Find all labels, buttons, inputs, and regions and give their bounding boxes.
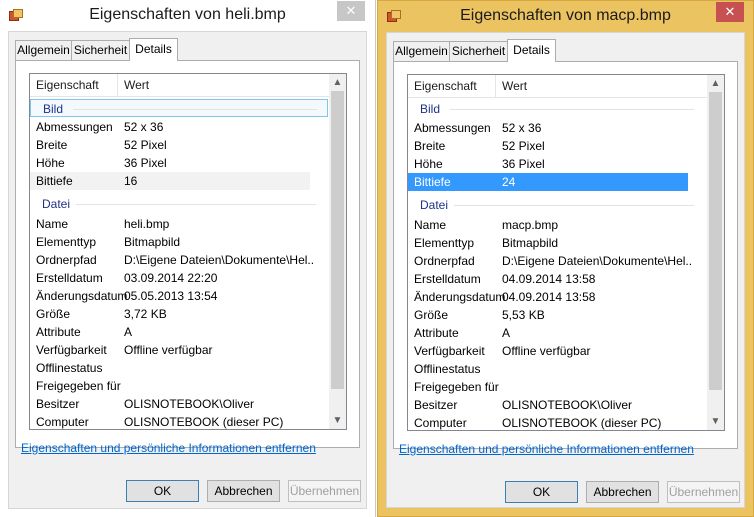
group-label: Datei bbox=[420, 198, 449, 212]
remove-properties-link[interactable]: Eigenschaften und persönliche Informatio… bbox=[21, 441, 316, 455]
group-header-bild[interactable]: Bild bbox=[30, 99, 328, 117]
table-row[interactable]: Freigegeben für bbox=[30, 377, 310, 395]
column-header-wert[interactable]: Wert bbox=[118, 74, 318, 97]
column-header-eigenschaft[interactable]: Eigenschaft bbox=[30, 74, 118, 97]
group-divider bbox=[450, 109, 694, 110]
table-row[interactable]: Attribute A bbox=[408, 324, 688, 342]
group-label: Bild bbox=[43, 102, 64, 116]
table-row[interactable]: Computer OLISNOTEBOOK (dieser PC) bbox=[408, 414, 688, 430]
table-row[interactable]: Besitzer OLISNOTEBOOK\Oliver bbox=[30, 395, 310, 413]
scrollbar-thumb[interactable] bbox=[709, 92, 722, 390]
tab-sicherheit[interactable]: Sicherheit bbox=[449, 41, 508, 61]
vertical-scrollbar[interactable]: ▲ ▼ bbox=[707, 75, 724, 430]
table-row[interactable]: Erstelldatum 03.09.2014 22:20 bbox=[30, 269, 310, 287]
table-row[interactable]: Computer OLISNOTEBOOK (dieser PC) bbox=[30, 413, 310, 429]
cancel-button[interactable]: Abbrechen bbox=[207, 480, 280, 502]
chevron-down-icon[interactable]: ▼ bbox=[329, 412, 346, 429]
table-row[interactable]: Erstelldatum 04.09.2014 13:58 bbox=[408, 270, 688, 288]
column-header-wert[interactable]: Wert bbox=[496, 75, 696, 98]
tab-details[interactable]: Details bbox=[507, 39, 556, 62]
close-icon[interactable]: ✕ bbox=[716, 2, 744, 22]
property-list[interactable]: Eigenschaft Wert Bild Abmessungen 52 x 36… bbox=[407, 74, 725, 431]
apply-button: Übernehmen bbox=[288, 480, 361, 502]
ok-button[interactable]: OK bbox=[126, 480, 199, 502]
list-header: Eigenschaft Wert bbox=[30, 74, 329, 97]
table-row[interactable]: Name heli.bmp bbox=[30, 215, 310, 233]
group-divider bbox=[454, 205, 694, 206]
table-row[interactable]: Breite 52 Pixel bbox=[30, 136, 310, 154]
group-header-bild[interactable]: Bild bbox=[408, 100, 706, 118]
title-bar[interactable]: Eigenschaften von heli.bmp ✕ bbox=[0, 0, 375, 32]
close-icon[interactable]: ✕ bbox=[337, 1, 365, 21]
group-label: Datei bbox=[42, 197, 71, 211]
table-row[interactable]: Offlinestatus bbox=[408, 360, 688, 378]
dialog-body: Allgemein Sicherheit Details Eigenschaft… bbox=[386, 32, 745, 508]
chevron-down-icon[interactable]: ▼ bbox=[707, 413, 724, 430]
table-row[interactable]: Breite 52 Pixel bbox=[408, 137, 688, 155]
table-row[interactable]: Elementtyp Bitmapbild bbox=[30, 233, 310, 251]
list-header: Eigenschaft Wert bbox=[408, 75, 707, 98]
group-divider bbox=[73, 109, 317, 110]
table-row[interactable]: Änderungsdatum 05.05.2013 13:54 bbox=[30, 287, 310, 305]
window-title: Eigenschaften von heli.bmp bbox=[89, 6, 286, 23]
window-title: Eigenschaften von macp.bmp bbox=[460, 7, 671, 24]
tab-allgemein[interactable]: Allgemein bbox=[393, 41, 450, 61]
dialog-body: Allgemein Sicherheit Details Eigenschaft… bbox=[8, 31, 367, 509]
table-row[interactable]: Abmessungen 52 x 36 bbox=[408, 119, 688, 137]
table-row[interactable]: Besitzer OLISNOTEBOOK\Oliver bbox=[408, 396, 688, 414]
property-list[interactable]: Eigenschaft Wert Bild Abmessungen 52 x 36… bbox=[29, 73, 347, 430]
table-row[interactable]: Größe 5,53 KB bbox=[408, 306, 688, 324]
table-row[interactable]: Änderungsdatum 04.09.2014 13:58 bbox=[408, 288, 688, 306]
group-label: Bild bbox=[420, 102, 441, 116]
table-row[interactable]: Höhe 36 Pixel bbox=[30, 154, 310, 172]
cancel-button[interactable]: Abbrechen bbox=[586, 481, 659, 503]
chevron-up-icon[interactable]: ▲ bbox=[707, 75, 724, 92]
details-panel: Eigenschaft Wert Bild Abmessungen 52 x 36… bbox=[393, 61, 738, 449]
remove-properties-link[interactable]: Eigenschaften und persönliche Informatio… bbox=[399, 442, 694, 456]
group-header-datei[interactable]: Datei bbox=[30, 195, 328, 213]
table-row[interactable]: Attribute A bbox=[30, 323, 310, 341]
apply-button: Übernehmen bbox=[667, 481, 740, 503]
table-row[interactable]: Größe 3,72 KB bbox=[30, 305, 310, 323]
table-row[interactable]: Name macp.bmp bbox=[408, 216, 688, 234]
table-row[interactable]: Verfügbarkeit Offline verfügbar bbox=[408, 342, 688, 360]
group-divider bbox=[76, 204, 316, 205]
table-row[interactable]: Höhe 36 Pixel bbox=[408, 155, 688, 173]
group-header-datei[interactable]: Datei bbox=[408, 196, 706, 214]
properties-dialog-macp: Eigenschaften von macp.bmp ✕ Allgemein S… bbox=[377, 0, 754, 517]
table-row-selected[interactable]: Bittiefe 24 bbox=[408, 173, 688, 191]
table-row[interactable]: Abmessungen 52 x 36 bbox=[30, 118, 310, 136]
table-row[interactable]: Ordnerpfad D:\Eigene Dateien\Dokumente\He… bbox=[408, 252, 692, 270]
tab-allgemein[interactable]: Allgemein bbox=[15, 40, 72, 60]
properties-dialog-heli: Eigenschaften von heli.bmp ✕ Allgemein S… bbox=[0, 0, 376, 517]
vertical-scrollbar[interactable]: ▲ ▼ bbox=[329, 74, 346, 429]
table-row[interactable]: Freigegeben für bbox=[408, 378, 688, 396]
table-row[interactable]: Bittiefe 16 bbox=[30, 172, 310, 190]
details-panel: Eigenschaft Wert Bild Abmessungen 52 x 36… bbox=[15, 60, 360, 448]
title-bar[interactable]: Eigenschaften von macp.bmp ✕ bbox=[378, 1, 753, 33]
tab-sicherheit[interactable]: Sicherheit bbox=[71, 40, 130, 60]
scrollbar-thumb[interactable] bbox=[331, 91, 344, 389]
table-row[interactable]: Verfügbarkeit Offline verfügbar bbox=[30, 341, 310, 359]
column-header-eigenschaft[interactable]: Eigenschaft bbox=[408, 75, 496, 98]
chevron-up-icon[interactable]: ▲ bbox=[329, 74, 346, 91]
tab-details[interactable]: Details bbox=[129, 38, 178, 61]
table-row[interactable]: Elementtyp Bitmapbild bbox=[408, 234, 688, 252]
table-row[interactable]: Offlinestatus bbox=[30, 359, 310, 377]
table-row[interactable]: Ordnerpfad D:\Eigene Dateien\Dokumente\He… bbox=[30, 251, 314, 269]
ok-button[interactable]: OK bbox=[505, 481, 578, 503]
